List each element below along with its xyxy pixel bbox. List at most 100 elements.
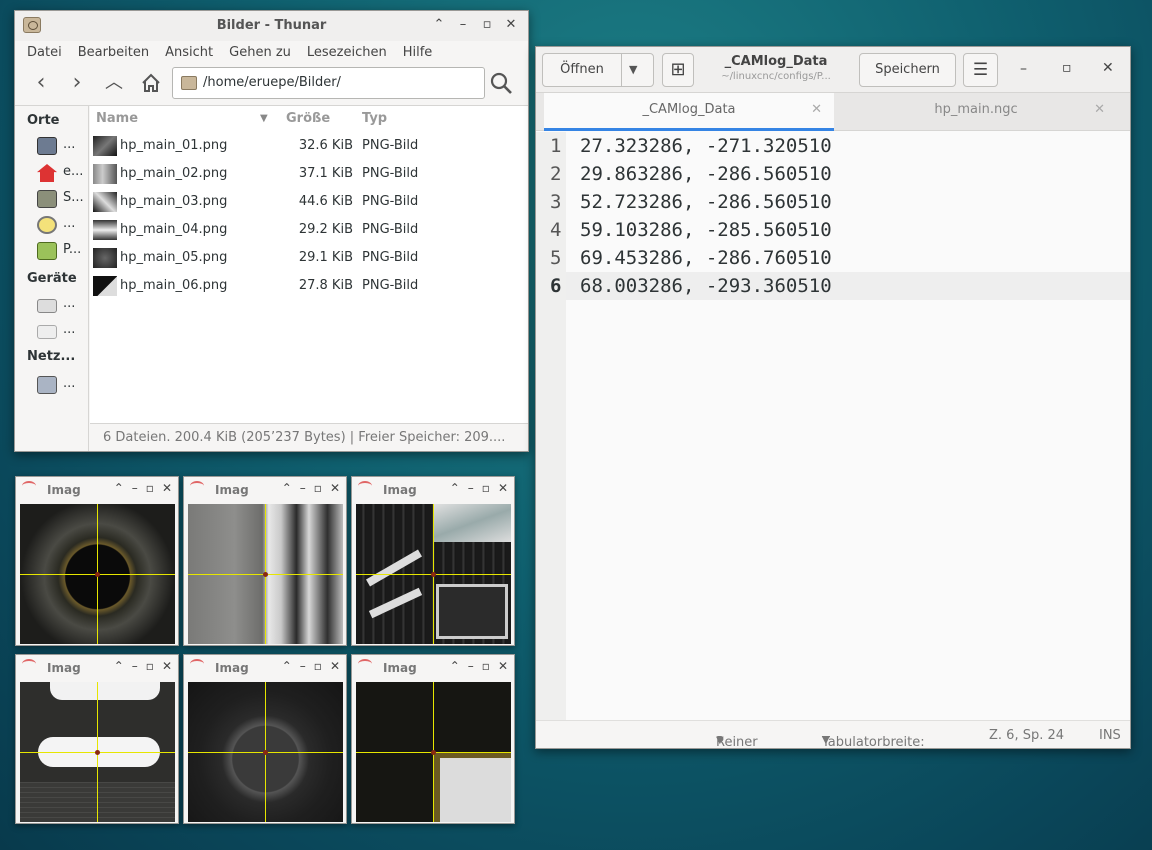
keep-above-icon[interactable]: ⌃ (430, 16, 448, 34)
app-icon (22, 481, 36, 491)
tab-camlog-data[interactable]: _CAMlog_Data ✕ (544, 93, 834, 131)
minimize-button[interactable]: – (1020, 61, 1027, 77)
keep-above-icon[interactable]: ⌃ (282, 659, 292, 673)
image-window-1[interactable]: Imag ⌃ – ▫ ✕ (15, 476, 179, 646)
maximize-button[interactable]: ▫ (482, 659, 490, 673)
search-icon[interactable] (489, 71, 513, 95)
menu-hilfe[interactable]: Hilfe (403, 45, 433, 60)
file-list: Name ▼ Größe Typ hp_main_01.png 32.6 KiB P… (90, 106, 528, 423)
file-row[interactable]: hp_main_01.png 32.6 KiB PNG-Bild (90, 132, 528, 160)
camera-image (20, 504, 175, 644)
close-button[interactable]: ✕ (330, 659, 340, 673)
file-row[interactable]: hp_main_06.png 27.8 KiB PNG-Bild (90, 272, 528, 300)
menu-gehen-zu[interactable]: Gehen zu (229, 45, 291, 60)
maximize-button[interactable]: ▫ (314, 481, 322, 495)
close-button[interactable]: ✕ (162, 481, 172, 495)
code-line: 27.323286, -271.320510 (580, 135, 832, 157)
image-thumbnail-icon (93, 248, 117, 268)
file-row[interactable]: hp_main_03.png 44.6 KiB PNG-Bild (90, 188, 528, 216)
sidebar-item-network[interactable]: ... (37, 374, 85, 396)
image-window-6[interactable]: Imag ⌃ – ▫ ✕ (351, 654, 515, 824)
minimize-button[interactable]: – (468, 481, 474, 495)
maximize-button[interactable]: ▫ (1062, 60, 1072, 76)
image-thumbnail-icon (93, 136, 117, 156)
document-title: _CAMlog_Data (724, 54, 828, 69)
editor-headerbar[interactable]: Öffnen ▼ ⊞ _CAMlog_Data ~/linuxcnc/confi… (536, 47, 1130, 93)
image-window-5[interactable]: Imag ⌃ – ▫ ✕ (183, 654, 347, 824)
keep-above-icon[interactable]: ⌃ (282, 481, 292, 495)
keep-above-icon[interactable]: ⌃ (450, 481, 460, 495)
location-bar[interactable]: /home/eruepe/Bilder/ (172, 67, 485, 99)
minimize-button[interactable]: – (468, 659, 474, 673)
save-button[interactable]: Speichern (859, 53, 956, 87)
image-thumbnail-icon (93, 220, 117, 240)
minimize-button[interactable]: – (454, 16, 472, 34)
sidebar-item-computer[interactable]: ... (37, 135, 85, 157)
minimize-button[interactable]: – (300, 481, 306, 495)
maximize-button[interactable]: ▫ (146, 659, 154, 673)
drive-icon (37, 299, 57, 313)
image-window-4[interactable]: Imag ⌃ – ▫ ✕ (15, 654, 179, 824)
tab-hp-main[interactable]: hp_main.ngc ✕ (835, 93, 1117, 131)
sort-down-icon: ▼ (260, 113, 268, 124)
image-window-2[interactable]: Imag ⌃ – ▫ ✕ (183, 476, 347, 646)
keep-above-icon[interactable]: ⌃ (114, 659, 124, 673)
minimize-button[interactable]: – (300, 659, 306, 673)
image-thumbnail-icon (93, 164, 117, 184)
file-row[interactable]: hp_main_05.png 29.1 KiB PNG-Bild (90, 244, 528, 272)
close-button[interactable]: ✕ (1102, 60, 1114, 76)
minimize-button[interactable]: – (132, 659, 138, 673)
clock-icon (37, 216, 57, 234)
close-tab-icon[interactable]: ✕ (1094, 93, 1105, 127)
file-row[interactable]: hp_main_04.png 29.2 KiB PNG-Bild (90, 216, 528, 244)
sidebar-item-trash[interactable]: P... (37, 240, 85, 262)
forward-arrow-icon[interactable]: › (65, 71, 89, 95)
sidebar-header-network: Netz... (27, 349, 76, 364)
sidebar-item-device-2[interactable]: ... (37, 320, 85, 342)
statusbar: 6 Dateien. 200.4 KiB (205’237 Bytes) | F… (90, 423, 528, 451)
home-icon[interactable] (139, 72, 163, 96)
close-button[interactable]: ✕ (498, 659, 508, 673)
menu-lesezeichen[interactable]: Lesezeichen (307, 45, 387, 60)
line-number: 3 (550, 191, 562, 213)
maximize-button[interactable]: ▫ (146, 481, 154, 495)
close-button[interactable]: ✕ (330, 481, 340, 495)
close-button[interactable]: ✕ (498, 481, 508, 495)
chevron-down-icon: ▼ (716, 735, 724, 746)
minimize-button[interactable]: – (132, 481, 138, 495)
close-tab-icon[interactable]: ✕ (811, 93, 822, 127)
keep-above-icon[interactable]: ⌃ (450, 659, 460, 673)
new-tab-button[interactable]: ⊞ (662, 53, 694, 87)
open-button[interactable]: Öffnen ▼ (542, 53, 654, 87)
menu-button[interactable]: ☰ (963, 53, 998, 87)
maximize-button[interactable]: ▫ (482, 481, 490, 495)
close-button[interactable]: ✕ (162, 659, 172, 673)
maximize-button[interactable]: ▫ (314, 659, 322, 673)
back-arrow-icon[interactable]: ‹ (29, 71, 53, 95)
image-window-3[interactable]: Imag ⌃ – ▫ ✕ (351, 476, 515, 646)
line-number: 6 (550, 275, 562, 297)
maximize-button[interactable]: ▫ (478, 16, 496, 34)
sidebar-item-home[interactable]: e... (37, 162, 85, 184)
column-name[interactable]: Name (96, 111, 138, 126)
column-size[interactable]: Größe (286, 111, 330, 126)
code-line: 68.003286, -293.360510 (580, 275, 832, 297)
close-button[interactable]: ✕ (502, 16, 520, 34)
sidebar-item-recent[interactable]: ... (37, 214, 85, 236)
parent-folder-icon[interactable]: ︿ (102, 71, 126, 95)
camera-image (188, 682, 343, 822)
sidebar-item-filesystem[interactable]: S... (37, 188, 85, 210)
menu-datei[interactable]: Datei (27, 45, 62, 60)
menubar: Datei Bearbeiten Ansicht Gehen zu Leseze… (15, 41, 528, 63)
column-type[interactable]: Typ (362, 111, 387, 126)
thunar-titlebar[interactable]: Bilder - Thunar ⌃ – ▫ ✕ (15, 11, 528, 41)
file-row[interactable]: hp_main_02.png 37.1 KiB PNG-Bild (90, 160, 528, 188)
sidebar-item-device-1[interactable]: ... (37, 294, 85, 316)
drive-icon (37, 325, 57, 339)
text-view[interactable]: 1 2 3 4 5 6 27.323286, -271.320510 29.86… (536, 132, 1130, 720)
chevron-down-icon[interactable]: ▼ (629, 54, 637, 86)
keep-above-icon[interactable]: ⌃ (114, 481, 124, 495)
menu-ansicht[interactable]: Ansicht (165, 45, 213, 60)
menu-bearbeiten[interactable]: Bearbeiten (78, 45, 149, 60)
line-number: 5 (550, 247, 562, 269)
